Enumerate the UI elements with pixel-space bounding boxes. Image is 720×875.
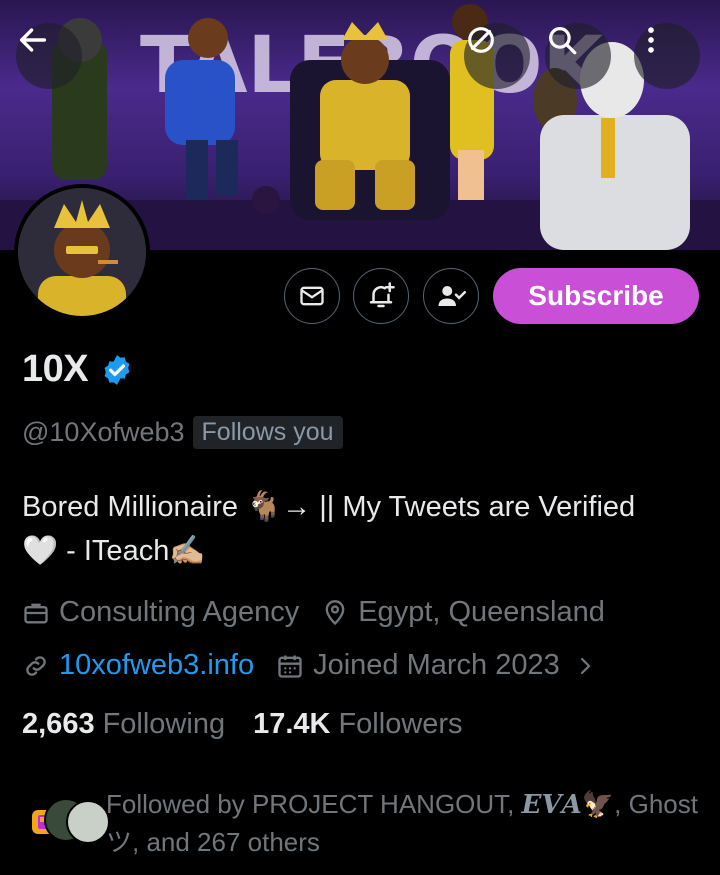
following-stat[interactable]: 2,663 Following <box>22 708 225 741</box>
chevron-right-icon <box>580 657 591 674</box>
location-item: Egypt, Queensland <box>321 596 605 629</box>
display-name: 10X <box>22 348 89 390</box>
followed-by-eva: 𝑬𝑽𝑨 <box>521 790 582 820</box>
website-item[interactable]: 10xofweb3.info <box>22 649 254 682</box>
followers-you-know-avatars[interactable] <box>22 798 110 844</box>
search-icon <box>549 27 577 55</box>
handle-row: @10Xofweb3 Follows you <box>22 416 343 449</box>
notifications-button[interactable] <box>353 268 409 324</box>
following-label: Following <box>102 708 226 740</box>
hide-banner-button[interactable] <box>464 23 530 89</box>
following-count: 2,663 <box>22 708 95 740</box>
profile-meta-row-1: Consulting Agency Egypt, Queensland <box>22 596 627 629</box>
followed-by-prefix: Followed by PROJECT HANGOUT, <box>106 789 522 819</box>
verified-badge-icon[interactable] <box>100 353 134 387</box>
joined-item[interactable]: Joined March 2023 <box>276 649 597 682</box>
bio-line-2: 🤍 - ITeach✍🏼 <box>22 535 206 567</box>
bell-plus-icon <box>369 282 395 308</box>
profile-meta-row-2: 10xofweb3.info Joined March 2023 <box>22 649 619 682</box>
arrow-left-icon <box>19 28 47 52</box>
eye-slash-icon <box>468 27 494 53</box>
more-vertical-icon <box>648 27 654 53</box>
followers-stat[interactable]: 17.4K Followers <box>253 708 462 741</box>
name-row: 10X <box>22 348 134 391</box>
subscribe-button[interactable]: Subscribe <box>493 268 699 324</box>
follows-you-badge: Follows you <box>192 416 343 449</box>
followed-by-text[interactable]: Followed by PROJECT HANGOUT, 𝑬𝑽𝑨🦅, Ghost… <box>106 786 711 861</box>
message-button[interactable] <box>284 268 340 324</box>
link-icon <box>26 655 46 676</box>
avatar-ghost <box>66 800 110 844</box>
calendar-icon <box>278 655 302 678</box>
follow-stats: 2,663 Following 17.4K Followers <box>22 708 491 741</box>
search-button[interactable] <box>545 23 611 89</box>
more-options-button[interactable] <box>634 23 700 89</box>
briefcase-icon <box>24 603 48 623</box>
profile-avatar[interactable] <box>14 184 150 320</box>
user-check-icon <box>438 286 466 306</box>
back-button[interactable] <box>16 23 82 89</box>
envelope-icon <box>300 286 324 306</box>
followed-by-eva-emoji: 🦅 <box>581 789 615 819</box>
avatar-image <box>18 188 146 316</box>
followers-label: Followers <box>338 708 463 740</box>
profile-location: Egypt, Queensland <box>358 596 605 628</box>
profile-joined-date: Joined March 2023 <box>313 649 560 681</box>
profile-category: Consulting Agency <box>59 596 300 628</box>
category-item: Consulting Agency <box>22 596 299 629</box>
profile-bio: Bored Millionaire 🐐→ || My Tweets are Ve… <box>22 485 712 573</box>
user-handle: @10Xofweb3 <box>22 417 185 447</box>
bio-line-1: Bored Millionaire 🐐→ || My Tweets are Ve… <box>22 491 636 523</box>
location-pin-icon <box>325 599 345 625</box>
followers-count: 17.4K <box>253 708 331 740</box>
following-button[interactable] <box>423 268 479 324</box>
profile-website-link[interactable]: 10xofweb3.info <box>59 649 254 682</box>
